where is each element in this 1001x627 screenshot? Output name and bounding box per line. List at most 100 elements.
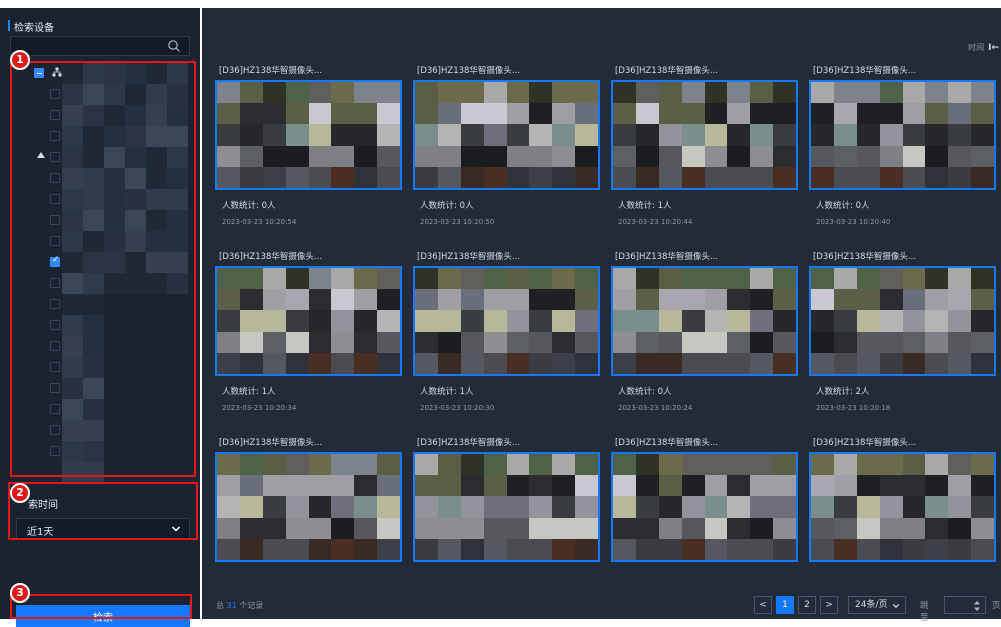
thumbnail-pixel	[437, 103, 462, 125]
snapshot-thumbnail[interactable]	[611, 266, 798, 376]
thumbnail-pixel	[773, 103, 796, 125]
thumbnail-pixel	[575, 124, 598, 147]
camera-name: [D36]HZ138华智摄像头...	[417, 438, 521, 448]
app-root: 检索设备 索时间 近1天 检索 时间I← [D36]HZ138华智摄像头...人…	[0, 0, 1001, 627]
page-size-select[interactable]: 24条/页	[848, 596, 906, 614]
next-page-button[interactable]: >	[820, 596, 838, 614]
thumbnail-pixel	[971, 289, 994, 311]
thumbnail-pixel	[879, 538, 903, 560]
thumbnail-pixel	[575, 82, 598, 104]
time-sort-header[interactable]: 时间 I←	[968, 42, 999, 53]
thumbnail-pixel	[658, 454, 683, 476]
thumbnail-pixel	[613, 145, 637, 168]
snapshot-thumbnail[interactable]	[809, 266, 996, 376]
result-card[interactable]: [D36]HZ138华智摄像头... 人数统计: 0人 2023-03-23 10:…	[611, 250, 798, 420]
thumbnail-pixel	[750, 124, 774, 147]
camera-name: [D36]HZ138华智摄像头...	[813, 252, 917, 262]
snapshot-thumbnail[interactable]	[413, 452, 600, 562]
snapshot-thumbnail[interactable]	[215, 266, 402, 376]
snapshot-thumbnail[interactable]	[215, 452, 402, 562]
result-card[interactable]: [D36]HZ138华智摄像头...	[215, 436, 402, 562]
result-card[interactable]: [D36]HZ138华智摄像头... 人数统计: 0人 2023-03-23 10:…	[809, 64, 996, 234]
snapshot-thumbnail[interactable]	[413, 266, 600, 376]
thumbnail-pixel	[704, 310, 728, 333]
search-icon[interactable]	[167, 39, 181, 53]
thumbnail-pixel	[635, 331, 660, 354]
thumbnail-pixel	[727, 268, 751, 290]
snapshot-thumbnail[interactable]	[413, 80, 600, 190]
thumbnail-pixel	[833, 496, 858, 519]
page-2-button[interactable]: 2	[798, 596, 816, 614]
thumbnail-pixel	[308, 538, 332, 560]
thumbnail-pixel	[948, 145, 972, 168]
thumbnail-pixel	[811, 496, 835, 519]
thumbnail-pixel	[833, 145, 858, 168]
snapshot-thumbnail[interactable]	[809, 80, 996, 190]
prev-page-button[interactable]: <	[754, 596, 772, 614]
thumbnail-pixel	[658, 496, 683, 519]
snapshot-thumbnail[interactable]	[809, 452, 996, 562]
thumbnail-pixel	[217, 166, 241, 188]
total-prefix: 总	[216, 601, 224, 610]
thumbnail-pixel	[704, 496, 728, 519]
thumbnail-pixel	[948, 268, 972, 290]
annotation-box-device-tree	[10, 61, 196, 477]
result-card[interactable]: [D36]HZ138华智摄像头... 人数统计: 0人 2023-03-23 10:…	[413, 64, 600, 234]
thumbnail-pixel	[285, 310, 309, 333]
result-card[interactable]: [D36]HZ138华智摄像头...	[413, 436, 600, 562]
thumbnail-pixel	[704, 124, 728, 147]
result-card[interactable]: [D36]HZ138华智摄像头... 人数统计: 1人 2023-03-23 10:…	[611, 64, 798, 234]
thumbnail-pixel	[460, 310, 485, 333]
thumbnail-pixel	[658, 352, 683, 374]
jump-to-input[interactable]	[944, 596, 986, 614]
snapshot-thumbnail[interactable]	[215, 80, 402, 190]
result-card[interactable]: [D36]HZ138华智摄像头... 人数统计: 1人 2023-03-23 10:…	[215, 250, 402, 420]
device-search-input[interactable]	[10, 36, 190, 56]
thumbnail-pixel	[704, 475, 728, 497]
thumbnail-pixel	[377, 145, 400, 168]
thumbnail-pixel	[902, 517, 926, 540]
thumbnail-pixel	[262, 124, 287, 147]
result-card[interactable]: [D36]HZ138华智摄像头...	[809, 436, 996, 562]
thumbnail-pixel	[750, 496, 774, 519]
thumbnail-pixel	[658, 310, 683, 333]
result-card[interactable]: [D36]HZ138华智摄像头... 人数统计: 2人 2023-03-23 10:…	[809, 250, 996, 420]
thumbnail-pixel	[483, 538, 507, 560]
thumbnail-pixel	[354, 82, 378, 104]
thumbnail-pixel	[331, 268, 355, 290]
result-card[interactable]: [D36]HZ138华智摄像头... 人数统计: 0人 2023-03-23 10:…	[215, 64, 402, 234]
thumbnail-pixel	[681, 352, 705, 374]
thumbnail-pixel	[902, 268, 926, 290]
thumbnail-pixel	[437, 475, 462, 497]
result-card[interactable]: [D36]HZ138华智摄像头...	[611, 436, 798, 562]
capture-timestamp: 2023-03-23 10:20:18	[816, 404, 891, 412]
time-sort-value: I←	[988, 43, 999, 53]
stepper-icon[interactable]	[973, 600, 981, 612]
thumbnail-pixel	[483, 166, 507, 188]
thumbnail-pixel	[773, 517, 796, 540]
page-1-button[interactable]: 1	[776, 596, 794, 614]
thumbnail-pixel	[681, 310, 705, 333]
thumbnail-pixel	[483, 496, 507, 519]
thumbnail-pixel	[856, 331, 881, 354]
thumbnail-pixel	[902, 310, 926, 333]
thumbnail-pixel	[415, 475, 439, 497]
thumbnail-pixel	[415, 145, 439, 168]
thumbnail-pixel	[925, 268, 949, 290]
snapshot-thumbnail[interactable]	[611, 452, 798, 562]
thumbnail-pixel	[506, 496, 530, 519]
snapshot-thumbnail[interactable]	[611, 80, 798, 190]
thumbnail-pixel	[833, 310, 858, 333]
thumbnail-pixel	[879, 145, 903, 168]
thumbnail-pixel	[460, 496, 485, 519]
thumbnail-pixel	[879, 166, 903, 188]
thumbnail-pixel	[811, 166, 835, 188]
thumbnail-pixel	[635, 310, 660, 333]
thumbnail-pixel	[613, 475, 637, 497]
thumbnail-pixel	[681, 331, 705, 354]
thumbnail-pixel	[460, 352, 485, 374]
thumbnail-pixel	[879, 82, 903, 104]
thumbnail-pixel	[239, 289, 264, 311]
result-card[interactable]: [D36]HZ138华智摄像头... 人数统计: 1人 2023-03-23 10:…	[413, 250, 600, 420]
thumbnail-pixel	[575, 145, 598, 168]
